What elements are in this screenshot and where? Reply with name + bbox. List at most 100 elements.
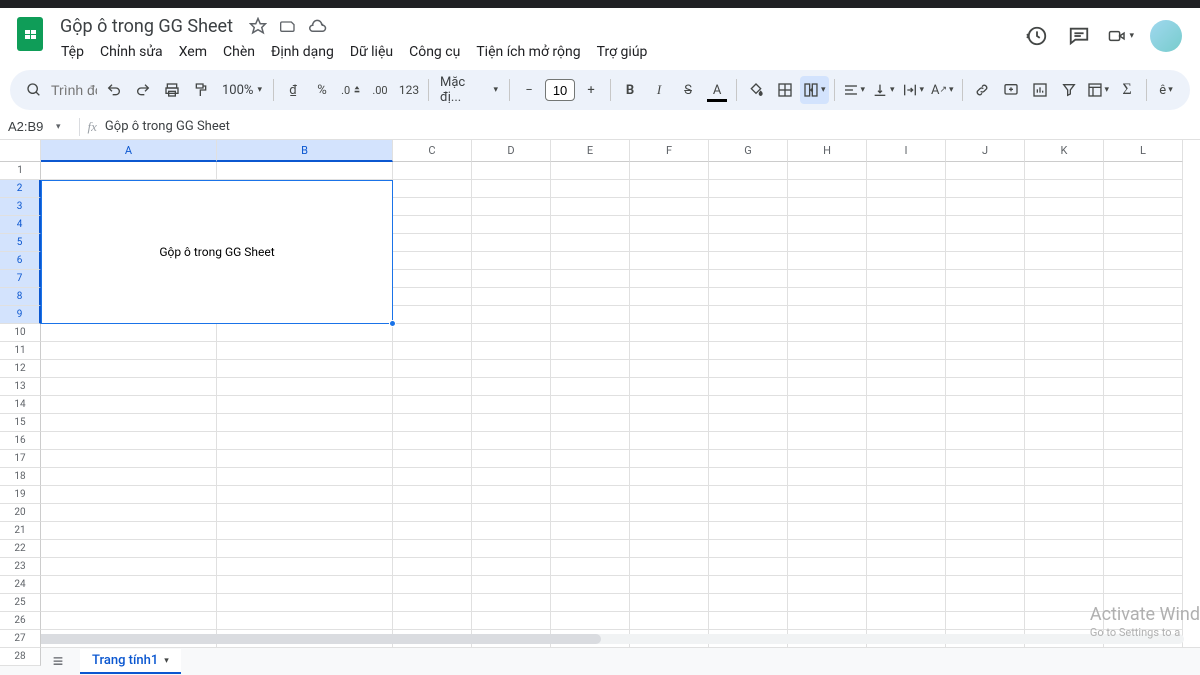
cell[interactable] [1025,288,1104,306]
cell[interactable] [551,504,630,522]
cell[interactable] [1104,252,1183,270]
cell[interactable] [41,612,217,630]
cell[interactable] [393,306,472,324]
cell[interactable] [946,234,1025,252]
cell[interactable] [630,450,709,468]
cell[interactable] [393,504,472,522]
cell[interactable] [472,468,551,486]
cell[interactable] [867,558,946,576]
cell[interactable] [1025,234,1104,252]
print-button[interactable] [158,76,186,104]
cell[interactable] [946,162,1025,180]
cell[interactable] [393,342,472,360]
cell[interactable] [1025,576,1104,594]
cell[interactable] [393,378,472,396]
cell[interactable] [630,612,709,630]
menu-insert[interactable]: Chèn [216,41,262,63]
cell[interactable] [551,540,630,558]
cell[interactable] [788,306,867,324]
cell[interactable] [867,288,946,306]
bold-button[interactable]: B [616,76,644,104]
cell[interactable] [867,162,946,180]
cell[interactable] [630,180,709,198]
row-header-14[interactable]: 14 [0,396,41,414]
cell[interactable] [709,612,788,630]
cell[interactable] [472,252,551,270]
cell[interactable] [630,378,709,396]
cell[interactable] [946,306,1025,324]
input-tools-button[interactable]: ê▾ [1152,76,1180,104]
cell[interactable] [709,324,788,342]
cell[interactable] [551,288,630,306]
cell[interactable] [867,486,946,504]
sheets-logo[interactable] [10,14,50,54]
row-header-26[interactable]: 26 [0,612,41,630]
cell[interactable] [867,576,946,594]
cell[interactable] [1104,414,1183,432]
document-title[interactable]: Gộp ô trong GG Sheet [54,15,239,38]
cell[interactable] [946,360,1025,378]
row-header-25[interactable]: 25 [0,594,41,612]
cell[interactable] [1025,486,1104,504]
fill-color-button[interactable] [742,76,770,104]
cell[interactable] [217,504,393,522]
cell[interactable] [551,432,630,450]
cell[interactable] [867,594,946,612]
cell[interactable] [867,414,946,432]
cell[interactable] [217,522,393,540]
cell[interactable] [1025,540,1104,558]
menu-edit[interactable]: Chỉnh sửa [93,41,170,63]
cell[interactable] [946,216,1025,234]
cell[interactable] [1025,360,1104,378]
cell[interactable] [41,360,217,378]
cell[interactable] [630,576,709,594]
cell[interactable] [472,198,551,216]
cell[interactable] [472,414,551,432]
cell[interactable] [472,594,551,612]
cell[interactable] [41,468,217,486]
cell[interactable] [709,594,788,612]
cell[interactable] [946,180,1025,198]
cell[interactable] [393,540,472,558]
cell[interactable] [630,342,709,360]
cell[interactable] [709,198,788,216]
cell[interactable] [867,450,946,468]
link-button[interactable] [968,76,996,104]
cell[interactable] [788,432,867,450]
cell[interactable] [788,612,867,630]
cell[interactable] [630,306,709,324]
cell[interactable] [551,378,630,396]
cell[interactable] [709,504,788,522]
cell[interactable] [41,576,217,594]
cell[interactable] [393,234,472,252]
cell[interactable] [788,396,867,414]
text-rotation-button[interactable]: A↗▾ [928,76,957,104]
row-header-6[interactable]: 6 [0,252,41,270]
menu-format[interactable]: Định dạng [264,41,341,63]
cell[interactable] [709,396,788,414]
cell[interactable] [393,216,472,234]
cell[interactable] [946,594,1025,612]
cell[interactable] [630,594,709,612]
cell[interactable] [41,486,217,504]
cell[interactable] [630,360,709,378]
cell[interactable] [946,378,1025,396]
row-header-9[interactable]: 9 [0,306,41,324]
cell[interactable] [630,216,709,234]
functions-button[interactable]: Σ [1113,76,1141,104]
text-color-button[interactable]: A [703,76,731,104]
cell[interactable] [1025,450,1104,468]
cell[interactable] [709,216,788,234]
font-select[interactable]: Mặc đị...▾ [434,76,504,104]
cell[interactable] [41,558,217,576]
row-header-21[interactable]: 21 [0,522,41,540]
cell[interactable] [472,162,551,180]
cell[interactable] [788,378,867,396]
cell[interactable] [709,234,788,252]
cell[interactable] [709,288,788,306]
cell[interactable] [1104,576,1183,594]
cell[interactable] [946,558,1025,576]
cell[interactable] [630,288,709,306]
cell[interactable] [551,342,630,360]
cell[interactable] [788,522,867,540]
